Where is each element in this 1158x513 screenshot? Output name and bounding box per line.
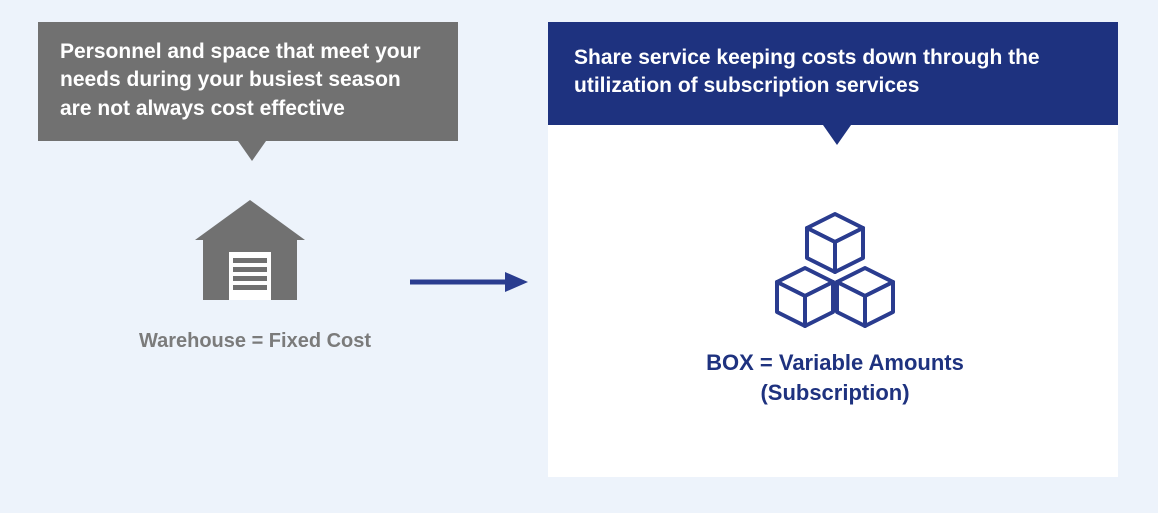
boxes-caption-line2: (Subscription) bbox=[620, 378, 1050, 408]
boxes-caption-line1: BOX = Variable Amounts bbox=[706, 350, 964, 375]
left-callout: Personnel and space that meet your needs… bbox=[38, 22, 458, 141]
right-header-text: Share service keeping costs down through… bbox=[574, 46, 1040, 97]
left-callout-text: Personnel and space that meet your needs… bbox=[60, 40, 421, 120]
warehouse-icon bbox=[190, 200, 310, 305]
boxes-icon bbox=[755, 210, 915, 345]
boxes-caption: BOX = Variable Amounts (Subscription) bbox=[620, 348, 1050, 407]
right-header: Share service keeping costs down through… bbox=[548, 22, 1118, 125]
warehouse-caption: Warehouse = Fixed Cost bbox=[90, 330, 420, 353]
diagram-stage: Personnel and space that meet your needs… bbox=[0, 0, 1158, 513]
arrow-icon bbox=[410, 270, 530, 290]
